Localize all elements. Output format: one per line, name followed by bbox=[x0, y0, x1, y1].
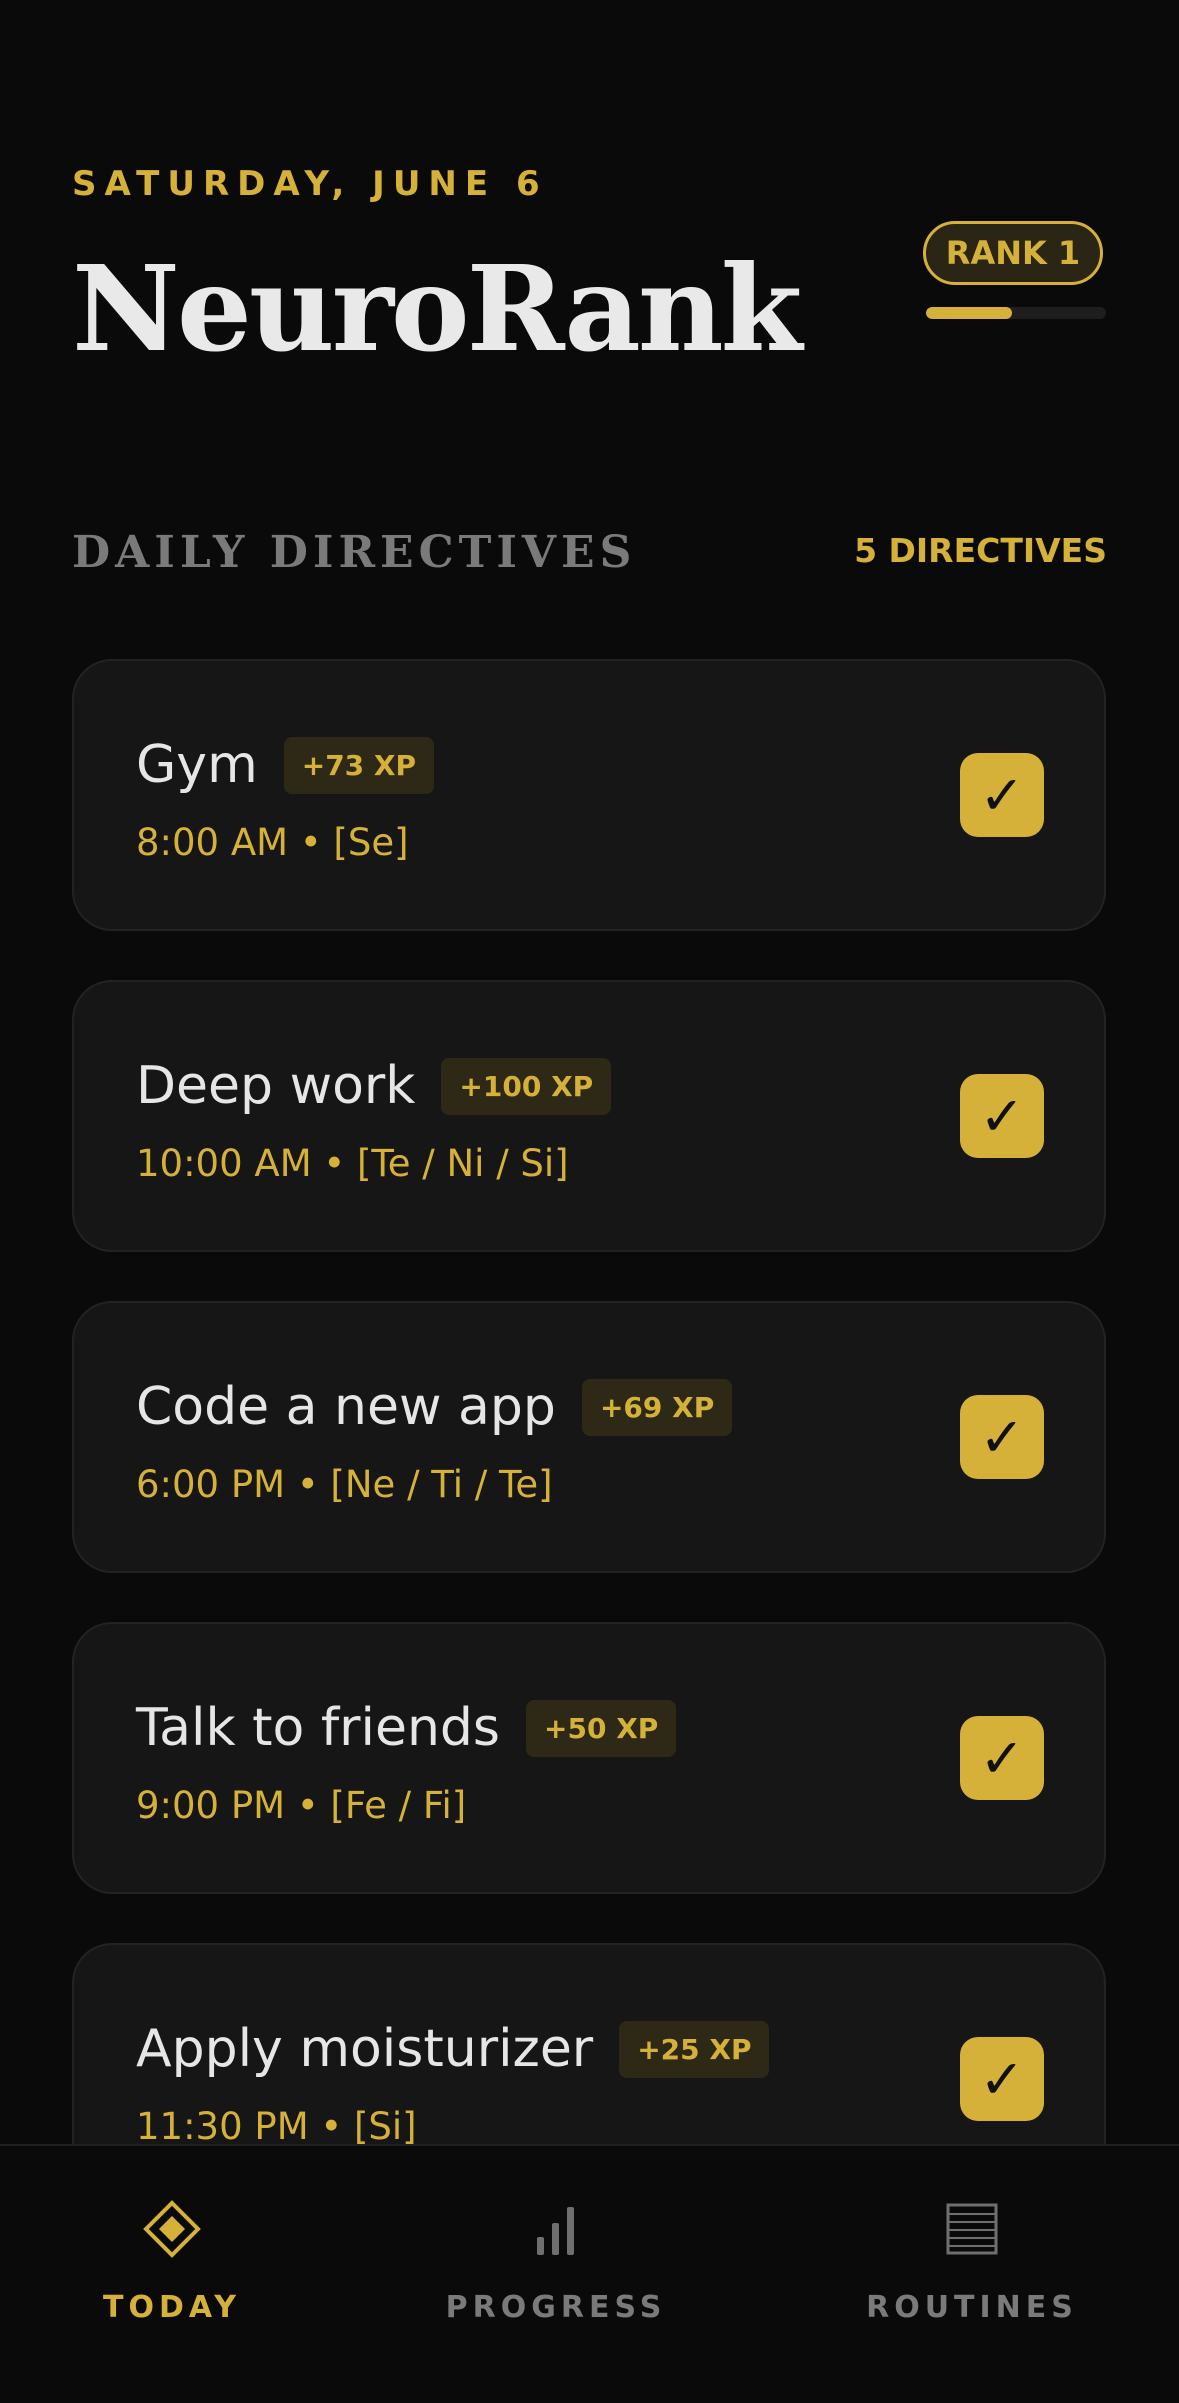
directive-meta: 8:00 AM • [Se] bbox=[136, 821, 409, 864]
tab-label: TODAY bbox=[103, 2290, 241, 2325]
directive-card[interactable]: Deep work +100 XP 10:00 AM • [Te / Ni / … bbox=[72, 980, 1106, 1252]
checkbox-checked[interactable]: ✓ bbox=[960, 1074, 1044, 1158]
directive-meta: 11:30 PM • [Si] bbox=[136, 2105, 417, 2148]
checkbox-checked[interactable]: ✓ bbox=[960, 753, 1044, 837]
tab-label: ROUTINES bbox=[866, 2290, 1078, 2325]
directive-meta: 6:00 PM • [Ne / Ti / Te] bbox=[136, 1463, 553, 1506]
directive-count: 5 DIRECTIVES bbox=[854, 531, 1107, 570]
rank-progress-bar bbox=[926, 307, 1106, 319]
tab-progress[interactable]: PROGRESS bbox=[436, 2146, 676, 2403]
checkbox-checked[interactable]: ✓ bbox=[960, 1716, 1044, 1800]
checkbox-checked[interactable]: ✓ bbox=[960, 2037, 1044, 2121]
tab-label: PROGRESS bbox=[445, 2290, 667, 2325]
directive-meta: 9:00 PM • [Fe / Fi] bbox=[136, 1784, 467, 1827]
directive-meta: 10:00 AM • [Te / Ni / Si] bbox=[136, 1142, 569, 1185]
directive-name: Deep work bbox=[136, 1056, 416, 1116]
directive-name: Talk to friends bbox=[136, 1698, 501, 1758]
checkbox-checked[interactable]: ✓ bbox=[960, 1395, 1044, 1479]
directive-name: Code a new app bbox=[136, 1377, 556, 1437]
diamond-icon bbox=[142, 2194, 202, 2264]
xp-badge: +73 XP bbox=[283, 736, 435, 794]
xp-badge: +100 XP bbox=[441, 1057, 612, 1115]
tab-today[interactable]: TODAY bbox=[92, 2146, 252, 2403]
tab-routines[interactable]: ROUTINES bbox=[852, 2146, 1092, 2403]
bottom-tab-bar: TODAY PROGRESS ROUTINES bbox=[0, 2144, 1179, 2403]
directive-name: Gym bbox=[136, 735, 258, 795]
directive-card[interactable]: Talk to friends +50 XP 9:00 PM • [Fe / F… bbox=[72, 1622, 1106, 1894]
directive-card[interactable]: Gym +73 XP 8:00 AM • [Se] ✓ bbox=[72, 659, 1106, 931]
xp-badge: +25 XP bbox=[619, 2020, 770, 2078]
xp-badge: +69 XP bbox=[581, 1378, 733, 1436]
directive-list: Gym +73 XP 8:00 AM • [Se] ✓ Deep work +1… bbox=[72, 659, 1106, 2264]
xp-badge: +50 XP bbox=[526, 1699, 677, 1757]
rank-progress-fill bbox=[926, 307, 1013, 319]
list-icon bbox=[946, 2194, 998, 2264]
directive-card[interactable]: Code a new app +69 XP 6:00 PM • [Ne / Ti… bbox=[72, 1301, 1106, 1573]
date-label: SATURDAY, JUNE 6 bbox=[72, 164, 548, 204]
directive-name: Apply moisturizer bbox=[136, 2019, 594, 2079]
app-title: NeuroRank bbox=[72, 239, 802, 378]
bar-chart-icon bbox=[534, 2194, 578, 2264]
rank-badge[interactable]: RANK 1 bbox=[923, 221, 1103, 285]
section-title: DAILY DIRECTIVES bbox=[72, 527, 637, 578]
